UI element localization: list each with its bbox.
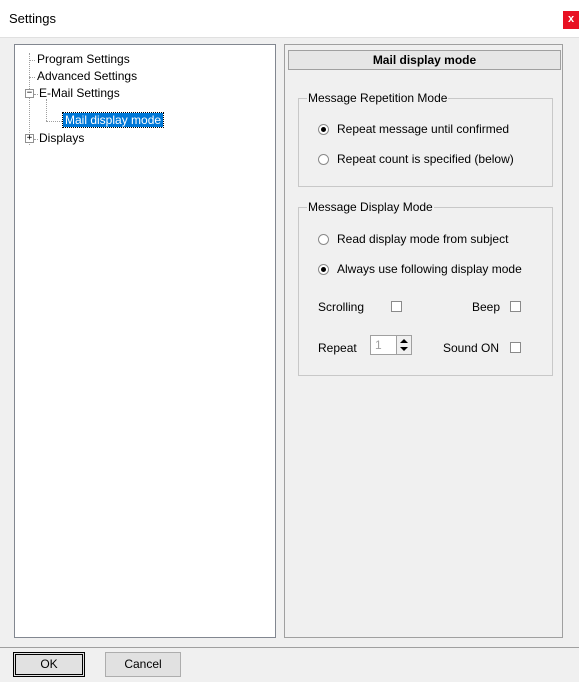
spin-up-icon[interactable] [400,339,408,343]
repetition-mode-group [298,98,553,187]
read-from-subject-radio[interactable] [318,234,329,245]
always-use-display-mode-label[interactable]: Always use following display mode [337,262,522,276]
repeat-count-value: 1 [375,338,382,352]
repeat-count-spinner[interactable]: 1 [370,335,412,355]
window-title: Settings [9,11,56,26]
sound-on-label: Sound ON [443,341,500,355]
repeat-label: Repeat [318,341,357,355]
tree-item-label: Advanced Settings [37,69,138,83]
tree-connector [29,53,30,145]
repeat-count-radio[interactable] [318,154,329,165]
title-bar: Settings x [0,0,579,38]
read-from-subject-label[interactable]: Read display mode from subject [337,232,508,246]
beep-checkbox[interactable] [510,301,521,312]
repeat-count-label[interactable]: Repeat count is specified (below) [337,152,514,166]
tree-item-displays[interactable]: Displays [37,131,86,146]
repeat-until-confirmed-radio[interactable] [318,124,329,135]
footer-divider [0,647,579,648]
scrolling-checkbox[interactable] [391,301,402,312]
settings-tree[interactable]: Program Settings Advanced Settings − E-M… [14,44,276,638]
tree-item-label: Displays [39,131,85,145]
tree-item-label: Mail display mode [61,112,165,128]
collapse-icon[interactable]: − [25,89,34,98]
sound-on-checkbox[interactable] [510,342,521,353]
spinner-arrows[interactable] [396,336,411,354]
tree-item-label: E-Mail Settings [39,86,120,100]
tree-item-advanced-settings[interactable]: Advanced Settings [35,69,139,84]
repeat-until-confirmed-label[interactable]: Repeat message until confirmed [337,122,509,136]
tree-item-mail-display-mode[interactable]: Mail display mode [61,112,165,128]
ok-button[interactable]: OK [13,652,85,677]
repetition-mode-title: Message Repetition Mode [307,91,449,105]
cancel-button[interactable]: Cancel [105,652,181,677]
tree-connector [46,99,47,121]
panel-title: Mail display mode [288,50,561,70]
tree-item-program-settings[interactable]: Program Settings [35,52,132,67]
scrolling-label: Scrolling [318,300,365,314]
display-mode-title: Message Display Mode [307,200,434,214]
expand-icon[interactable]: + [25,134,34,143]
spin-down-icon[interactable] [400,347,408,351]
tree-connector [46,121,64,122]
close-icon: x [567,13,575,25]
tree-item-email-settings[interactable]: E-Mail Settings [37,86,122,101]
close-button[interactable]: x [563,11,579,29]
tree-item-label: Program Settings [37,52,130,66]
beep-label: Beep [472,300,501,314]
always-use-display-mode-radio[interactable] [318,264,329,275]
